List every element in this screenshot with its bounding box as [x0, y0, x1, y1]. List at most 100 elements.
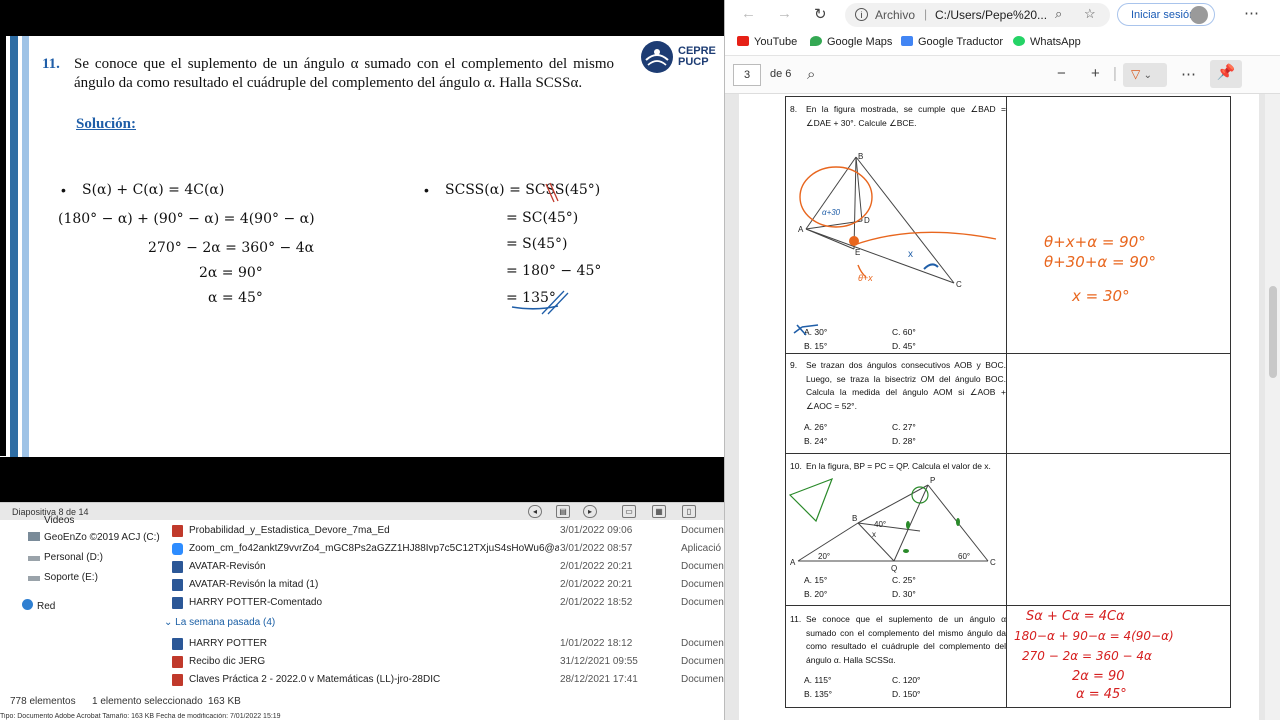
tree-item-label: Videos: [44, 515, 75, 524]
slide-annotation-strokes: [511, 182, 569, 315]
question-text: En la figura, BP = PC = QP. Calcula el v…: [806, 461, 991, 471]
file-date: 31/12/2021 09:55: [560, 656, 638, 667]
pdf-scrollbar[interactable]: [1265, 94, 1280, 720]
file-date: 2/01/2022 20:21: [560, 561, 633, 572]
reading-view-icon[interactable]: ▯: [682, 505, 696, 518]
file-row[interactable]: Zoom_cm_fo42anktZ9vvrZo4_mGC8Ps2aGZZ1HJ8…: [172, 541, 724, 557]
tree-item-drive-d[interactable]: Personal (D:): [28, 552, 103, 566]
left-eq-4: 2α = 90°: [199, 265, 263, 281]
file-row[interactable]: AVATAR-Revisón 2/01/2022 20:21 Documen: [172, 559, 724, 575]
bookmark-youtube[interactable]: YouTube: [737, 36, 797, 48]
group-header-label: La semana pasada (4): [175, 617, 276, 628]
pdf-page: 8. En la figura mostrada, se cumple que …: [739, 94, 1259, 720]
fig8-mark-x: x: [908, 249, 913, 260]
zoom-in-icon[interactable]: +: [1091, 65, 1100, 82]
q9-option-a[interactable]: A. 26°: [804, 422, 827, 432]
q9-option-c[interactable]: C. 27°: [892, 422, 916, 432]
more-tools-icon[interactable]: ⋯: [1181, 65, 1196, 83]
q9-option-b[interactable]: B. 24°: [804, 436, 827, 446]
previous-slide-icon[interactable]: ◂: [528, 505, 542, 518]
bookmark-whatsapp[interactable]: WhatsApp: [1013, 36, 1081, 48]
search-icon[interactable]: ⌕: [807, 66, 815, 83]
q11-option-b[interactable]: B. 135°: [804, 689, 832, 699]
file-date: 2/01/2022 18:52: [560, 597, 633, 608]
file-row[interactable]: Claves Práctica 2 - 2022.0 v Matemáticas…: [172, 672, 724, 688]
address-bar[interactable]: i Archivo | C:/Users/Pepe%20...: [845, 3, 1110, 27]
translate-icon: [901, 36, 913, 46]
q9-option-d[interactable]: D. 28°: [892, 436, 916, 446]
file-row[interactable]: HARRY POTTER-Comentado 2/01/2022 18:52 D…: [172, 595, 724, 611]
normal-view-icon[interactable]: ▭: [622, 505, 636, 518]
tree-item-drive-e[interactable]: Soporte (E:): [28, 572, 98, 586]
file-row[interactable]: Probabilidad_y_Estadistica_Devore_7ma_Ed…: [172, 523, 724, 539]
draw-tool-icon[interactable]: ▽ ⌄: [1123, 63, 1167, 87]
fig8-hand-theta-x: θ+x: [858, 273, 873, 283]
item-count: 778 elementos: [10, 696, 76, 707]
q10-option-b[interactable]: B. 20°: [804, 589, 827, 599]
tree-item-drive-c[interactable]: GeoEnZo ©2019 ACJ (C:): [28, 532, 160, 546]
page-number-input[interactable]: 3: [733, 64, 761, 86]
tree-item-videos[interactable]: Videos: [44, 515, 74, 524]
file-row[interactable]: Recibo dic JERG 31/12/2021 09:55 Documen: [172, 654, 724, 670]
group-header-last-week[interactable]: ⌄ La semana pasada (4): [164, 617, 275, 628]
file-date: 3/01/2022 08:57: [560, 543, 633, 554]
hand-eq-8-3: x = 30°: [1072, 287, 1130, 305]
fig8-label-c: C: [956, 280, 962, 289]
slide-canvas: 11. Se conoce que el suplemento de un án…: [6, 36, 724, 457]
next-slide-icon[interactable]: ▸: [583, 505, 597, 518]
drive-icon: [28, 556, 40, 561]
file-name: Claves Práctica 2 - 2022.0 v Matemáticas…: [189, 674, 441, 685]
explorer-status-bar: 778 elementos 1 elemento seleccionado 16…: [0, 692, 724, 710]
chevron-down-icon: ⌄: [164, 617, 173, 628]
hand-eq-11-2: 180−α + 90−α = 4(90−α): [1014, 629, 1174, 643]
figure-10-diagram: P B 40° x A 20° Q 60° C: [788, 477, 996, 573]
favorite-icon[interactable]: ☆: [1084, 6, 1096, 22]
zoom-icon[interactable]: ⌕: [1055, 6, 1062, 22]
file-type: Documen: [681, 674, 724, 685]
slide-sorter-icon[interactable]: ▤: [556, 505, 570, 518]
bookmark-google-maps[interactable]: Google Maps: [810, 36, 892, 48]
back-icon[interactable]: ←: [741, 5, 756, 22]
file-row[interactable]: AVATAR-Revisón la mitad (1) 2/01/2022 20…: [172, 577, 724, 593]
file-name: Zoom_cm_fo42anktZ9vvrZo4_mGC8Ps2aGZZ1HJ8…: [189, 543, 559, 554]
fig8-label-a: A: [798, 225, 804, 234]
refresh-icon[interactable]: ↻: [814, 5, 827, 23]
info-icon[interactable]: i: [855, 8, 868, 21]
avatar: [1190, 6, 1208, 24]
bullet-right: •: [424, 182, 429, 198]
pin-toolbar-icon[interactable]: 📌: [1210, 60, 1242, 88]
q11-option-a[interactable]: A. 115°: [804, 675, 831, 685]
q8-option-c[interactable]: C. 60°: [892, 327, 916, 337]
q8-option-b[interactable]: B. 15°: [804, 341, 827, 351]
tree-item-network[interactable]: Red: [22, 599, 55, 613]
tree-item-label: GeoEnZo ©2019 ACJ (C:): [44, 532, 160, 543]
fig10-label-q: Q: [891, 564, 897, 573]
hand-eq-11-5: α = 45°: [1076, 687, 1127, 702]
address-url[interactable]: C:/Users/Pepe%20...: [935, 8, 1047, 22]
sign-in-button[interactable]: Iniciar sesión: [1117, 3, 1215, 26]
grid-view-icon[interactable]: ▦: [652, 505, 666, 518]
bookmark-google-translate[interactable]: Google Traductor: [901, 36, 1003, 48]
word-icon: [172, 579, 183, 591]
forward-icon[interactable]: →: [777, 5, 792, 22]
selection-size: 163 KB: [208, 696, 241, 707]
q10-option-d[interactable]: D. 30°: [892, 589, 916, 599]
q8-option-d[interactable]: D. 45°: [892, 341, 916, 351]
selection-count: 1 elemento seleccionado: [92, 696, 203, 707]
logo-line-2: PUCP: [678, 56, 709, 68]
tree-item-label: Soporte (E:): [44, 572, 98, 583]
file-row[interactable]: HARRY POTTER 1/01/2022 18:12 Documen: [172, 636, 724, 652]
file-type: Documen: [681, 561, 724, 572]
q11-option-c[interactable]: C. 120°: [892, 675, 920, 685]
pdf-toolbar: 3 de 6 ⌕ − + | ▽ ⌄ ⋯ 📌: [725, 56, 1280, 94]
more-icon[interactable]: ⋯: [1244, 4, 1259, 22]
pdf-viewport[interactable]: 8. En la figura mostrada, se cumple que …: [725, 94, 1265, 720]
q10-option-a[interactable]: A. 15°: [804, 575, 827, 585]
zoom-out-icon[interactable]: −: [1057, 65, 1066, 82]
youtube-icon: [737, 36, 749, 46]
tree-item-label: Red: [37, 601, 56, 612]
q10-option-c[interactable]: C. 25°: [892, 575, 916, 585]
bookmarks-bar: YouTube Google Maps Google Traductor Wha…: [725, 30, 1280, 56]
scrollbar-thumb[interactable]: [1269, 286, 1277, 378]
q11-option-d[interactable]: D. 150°: [892, 689, 920, 699]
